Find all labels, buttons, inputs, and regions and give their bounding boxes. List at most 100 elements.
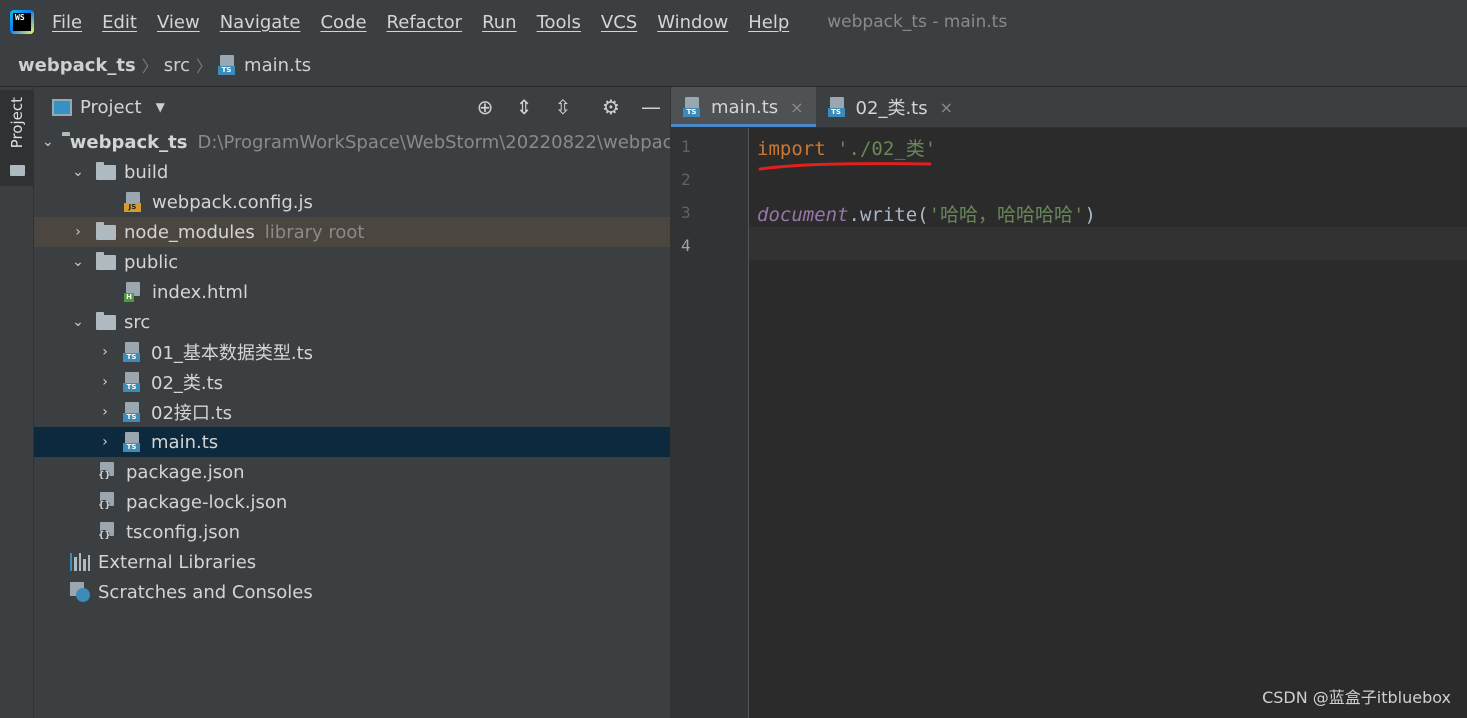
line-number: 2	[681, 170, 691, 189]
gear-icon[interactable]: ⚙	[600, 96, 622, 118]
tree-item-node-modules[interactable]: › node_modules library root	[34, 217, 670, 247]
line-number: 1	[681, 137, 691, 156]
typescript-file-icon: TS	[123, 372, 143, 392]
tree-item-02-class-ts[interactable]: › TS 02_类.ts	[34, 367, 670, 397]
tree-item-webpack-ts[interactable]: ⌄ webpack_ts D:\ProgramWorkSpace\WebStor…	[34, 127, 670, 157]
tab-label: 02_类.ts	[855, 98, 928, 119]
chevron-right-icon[interactable]: ›	[96, 344, 114, 360]
project-panel-header: Project ▼	[34, 87, 670, 127]
tree-item-label: 02_类.ts	[151, 373, 224, 394]
tab-02-class-ts[interactable]: TS 02_类.ts ×	[816, 87, 965, 127]
libraries-icon	[70, 553, 91, 571]
typescript-file-icon: TS	[123, 432, 143, 452]
tree-item-package-json[interactable]: {} package.json	[34, 457, 670, 487]
folder-icon	[96, 221, 116, 240]
tree-item-public[interactable]: ⌄ public	[34, 247, 670, 277]
tree-item-src[interactable]: ⌄ src	[34, 307, 670, 337]
tree-item-tsconfig-json[interactable]: {} tsconfig.json	[34, 517, 670, 547]
window-title: webpack_ts - main.ts	[827, 12, 1008, 32]
menu-code[interactable]: Code	[320, 12, 366, 33]
menu-edit[interactable]: Edit	[102, 12, 137, 33]
tree-item-path: D:\ProgramWorkSpace\WebStorm\20220822\we…	[197, 131, 670, 153]
code-line-1[interactable]: import './02_类'	[757, 134, 936, 161]
red-underline-annotation	[758, 162, 932, 171]
code-line-3[interactable]: document.write('哈哈，哈哈哈哈')	[757, 200, 1096, 227]
close-icon[interactable]: ×	[940, 98, 953, 117]
menu-navigate[interactable]: Navigate	[220, 12, 301, 33]
tree-item-scratches[interactable]: Scratches and Consoles	[34, 577, 670, 607]
line-number: 4	[681, 236, 691, 255]
chevron-down-icon[interactable]: ⌄	[69, 164, 87, 180]
chevron-right-icon[interactable]: ›	[69, 224, 87, 240]
tree-item-label: package-lock.json	[126, 491, 288, 513]
tree-item-label: External Libraries	[98, 551, 257, 573]
chevron-right-icon[interactable]: ›	[96, 404, 114, 420]
minimize-icon[interactable]: —	[640, 96, 662, 118]
import-path-string: './02_类'	[837, 138, 937, 160]
tree-item-label: index.html	[152, 281, 248, 303]
html-file-icon: H	[124, 282, 144, 302]
tool-window-strip: Project	[0, 87, 34, 718]
tree-item-label: main.ts	[151, 431, 219, 453]
keyword-import: import	[757, 138, 826, 160]
tree-item-label: webpack_ts	[69, 131, 188, 153]
collapse-all-icon[interactable]: ⇳	[552, 96, 574, 118]
menu-file[interactable]: File	[52, 12, 82, 33]
method-write: .write(	[848, 204, 929, 226]
tree-item-label: build	[124, 161, 169, 183]
menu-run[interactable]: Run	[482, 12, 517, 33]
tree-item-webpack-config[interactable]: JS webpack.config.js	[34, 187, 670, 217]
tab-main-ts[interactable]: TS main.ts ×	[671, 87, 816, 127]
typescript-file-icon: TS	[683, 97, 703, 117]
locate-crosshair-icon[interactable]: ⊕	[474, 96, 496, 118]
menu-tools[interactable]: Tools	[537, 12, 581, 33]
tree-item-01-ts[interactable]: › TS 01_基本数据类型.ts	[34, 337, 670, 367]
tree-item-label: webpack.config.js	[152, 191, 313, 213]
tree-item-build[interactable]: ⌄ build	[34, 157, 670, 187]
menu-window[interactable]: Window	[657, 12, 728, 33]
breadcrumb-separator-icon: 〉	[196, 57, 213, 76]
menu-refactor[interactable]: Refactor	[387, 12, 463, 33]
library-root-note: library root	[264, 221, 365, 243]
breadcrumb: webpack_ts 〉 src 〉 TS main.ts	[0, 44, 1467, 87]
close-icon[interactable]: ×	[790, 98, 803, 117]
tree-item-package-lock-json[interactable]: {} package-lock.json	[34, 487, 670, 517]
webstorm-logo-icon[interactable]: WS	[10, 10, 34, 34]
tree-item-main-ts[interactable]: › TS main.ts	[34, 427, 670, 457]
project-tool-tab-label[interactable]: Project	[8, 97, 26, 148]
breadcrumb-project[interactable]: webpack_ts	[18, 55, 136, 76]
breadcrumb-folder[interactable]: src	[164, 55, 190, 76]
current-line-highlight	[749, 227, 1467, 260]
json-file-icon: {}	[98, 492, 118, 512]
line-number-gutter: 1 2 3 4	[671, 128, 749, 718]
typescript-file-icon: TS	[827, 97, 848, 117]
tree-item-label: public	[124, 251, 179, 273]
chevron-down-icon[interactable]: ⌄	[42, 134, 54, 150]
chevron-right-icon[interactable]: ›	[96, 434, 114, 450]
tree-item-label: tsconfig.json	[126, 521, 241, 543]
expand-all-icon[interactable]: ⇕	[513, 96, 535, 118]
typescript-file-icon: TS	[218, 55, 238, 75]
chevron-down-icon[interactable]: ⌄	[69, 254, 87, 270]
line-number: 3	[681, 203, 691, 222]
tree-item-02-interface-ts[interactable]: › TS 02接口.ts	[34, 397, 670, 427]
breadcrumb-file[interactable]: main.ts	[244, 55, 311, 76]
typescript-file-icon: TS	[123, 342, 143, 362]
tree-item-external-libraries[interactable]: External Libraries	[34, 547, 670, 577]
project-panel-title[interactable]: Project	[80, 97, 142, 118]
chevron-down-icon[interactable]: ⌄	[69, 314, 87, 330]
menu-vcs[interactable]: VCS	[601, 12, 637, 33]
folder-icon	[10, 165, 25, 176]
breadcrumb-separator-icon: 〉	[141, 57, 158, 76]
project-panel: Project ▼ ⊕ ⇕ ⇳ ⚙ — ⌄ webpack_ts D:\Prog…	[34, 87, 671, 718]
tree-item-label: node_modules	[124, 221, 255, 243]
close-paren: )	[1084, 204, 1096, 226]
watermark: CSDN @蓝盒子itbluebox	[1262, 688, 1451, 707]
folder-icon	[96, 311, 116, 330]
menu-view[interactable]: View	[157, 12, 200, 33]
chevron-right-icon[interactable]: ›	[96, 374, 114, 390]
menu-help[interactable]: Help	[748, 12, 789, 33]
tab-label: main.ts	[711, 96, 779, 118]
chevron-down-icon[interactable]: ▼	[156, 100, 165, 114]
tree-item-index-html[interactable]: H index.html	[34, 277, 670, 307]
